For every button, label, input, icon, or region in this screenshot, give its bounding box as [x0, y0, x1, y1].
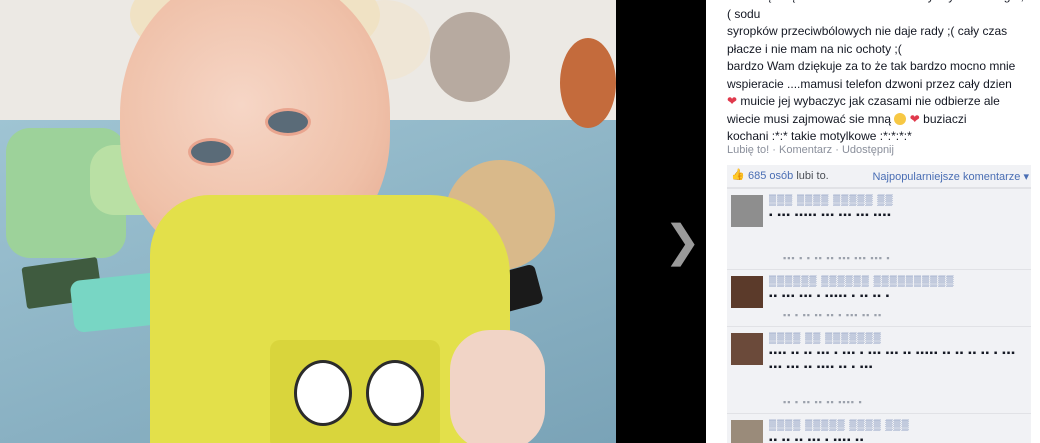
post-line-text: wiecie musi zajmować sie mną [727, 111, 892, 126]
post-line: płacze i nie mam na nic ochoty ;( [727, 41, 902, 56]
heart-icon: ❤ [909, 111, 920, 126]
post-line: bardzo Wam dziękuje za to że tak bardzo … [727, 59, 1016, 73]
post-line-text: buziaczi [923, 111, 967, 126]
separator: · [769, 144, 779, 156]
smile-icon [894, 113, 907, 126]
comment-author[interactable]: ▒▒▒ ▒▒▒▒ ▒▒▒▒▒ ▒▒ [769, 195, 894, 206]
likes-suffix: lubi to. [796, 170, 829, 182]
child-arm [450, 330, 545, 443]
next-photo-icon[interactable]: ❯ [664, 220, 701, 264]
comment-author[interactable]: ▒▒▒▒ ▒▒ ▒▒▒▒▒▒▒ [769, 333, 882, 344]
comment-text: ▪▪ ▪▪▪ ▪▪▪ ▪ ▪▪▪▪▪ ▪ ▪▪ ▪▪ ▪ [769, 291, 891, 302]
separator: · [832, 144, 842, 156]
teddy-bear-brown [560, 38, 616, 128]
spongebob-eye-right [366, 360, 424, 426]
comment-author[interactable]: ▒▒▒▒▒▒ ▒▒▒▒▒▒ ▒▒▒▒▒▒▒▒▒▒ [769, 276, 954, 287]
heart-icon: ❤ [727, 94, 738, 108]
comment-link[interactable]: Komentarz [779, 144, 832, 156]
post-sidebar: zniszczę cząsteczki naskórkiem nie wyszł… [706, 0, 1040, 443]
comment-text: ▪▪ ▪▪ ▪▪ ▪▪▪ ▪ ▪▪▪▪ ▪▪ [769, 435, 865, 443]
post-line: ❤ muicie jej wybaczyc jak czasami nie od… [727, 93, 1027, 111]
post-line: zniszczę cząsteczki naskórkiem nie wyszł… [727, 0, 1024, 21]
spongebob-print [270, 340, 440, 443]
likes-count[interactable]: 685 osób lubi to. [748, 170, 829, 182]
avatar[interactable] [731, 420, 763, 443]
avatar[interactable] [731, 333, 763, 365]
post-line: syropków przeciwbólowych nie daje rady ;… [727, 24, 1008, 38]
comment-sort-dropdown[interactable]: Najpopularniejsze komentarze ▾ [872, 170, 1029, 183]
likes-count-link[interactable]: 685 osób [748, 170, 793, 182]
like-link[interactable]: Lubię to! [727, 144, 769, 156]
avatar[interactable] [731, 276, 763, 308]
likes-summary: 👍 685 osób lubi to. Najpopularniejsze ko… [727, 165, 1031, 188]
child-eye-left [188, 138, 234, 166]
comment-item: ▒▒▒▒▒▒ ▒▒▒▒▒▒ ▒▒▒▒▒▒▒▒▒▒ ▪▪ ▪▪▪ ▪▪▪ ▪ ▪▪… [727, 269, 1031, 326]
comment-meta: ▪▪ ▪ ▪▪ ▪▪ ▪▪ ▪▪▪▪ ▪ [783, 397, 863, 407]
teddy-bear-grey [430, 12, 510, 102]
post-line: wiecie musi zajmować sie mną ❤ buziaczi [727, 111, 1027, 129]
comment-item: ▒▒▒▒ ▒▒▒▒▒ ▒▒▒▒ ▒▒▒ ▪▪ ▪▪ ▪▪ ▪▪▪ ▪ ▪▪▪▪ … [727, 413, 1031, 443]
post-actions: Lubię to! · Komentarz · Udostępnij [727, 144, 894, 156]
comment-meta: ▪▪ ▪ ▪▪ ▪▪ ▪▪ ▪ ▪▪▪ ▪▪ ▪▪ [783, 310, 883, 320]
child-eye-right [265, 108, 311, 136]
avatar[interactable] [731, 195, 763, 227]
photo-viewer: ❯ [0, 0, 706, 443]
comment-text: ▪▪▪▪ ▪▪ ▪▪ ▪▪▪ ▪ ▪▪▪ ▪ ▪▪▪ ▪▪▪ ▪▪ ▪▪▪▪▪ … [769, 348, 1016, 373]
thumbs-up-icon: 👍 [731, 169, 745, 181]
spongebob-eye-left [294, 360, 352, 426]
post-photo[interactable] [0, 0, 616, 443]
comment-meta: ▪▪▪ ▪ ▪ ▪▪ ▪▪ ▪▪▪ ▪▪▪ ▪▪▪ ▪ [783, 253, 891, 263]
comment-item: ▒▒▒ ▒▒▒▒ ▒▒▒▒▒ ▒▒ ▪ ▪▪▪ ▪▪▪▪▪ ▪▪▪ ▪▪▪ ▪▪… [727, 188, 1031, 269]
comment-item: ▒▒▒▒ ▒▒ ▒▒▒▒▒▒▒ ▪▪▪▪ ▪▪ ▪▪ ▪▪▪ ▪ ▪▪▪ ▪ ▪… [727, 326, 1031, 413]
post-line-text: muicie jej wybaczyc jak czasami nie odbi… [740, 94, 1000, 108]
post-text: zniszczę cząsteczki naskórkiem nie wyszł… [727, 0, 1027, 146]
share-link[interactable]: Udostępnij [842, 144, 894, 156]
comment-text: ▪ ▪▪▪ ▪▪▪▪▪ ▪▪▪ ▪▪▪ ▪▪▪ ▪▪▪▪ [769, 210, 892, 221]
comment-author[interactable]: ▒▒▒▒ ▒▒▒▒▒ ▒▒▒▒ ▒▒▒ [769, 420, 910, 431]
post-line: kochani :*:* takie motylkowe :*:*:*:* [727, 129, 912, 143]
post-line: wspieracie ....mamusi telefon dzwoni prz… [727, 76, 1012, 91]
